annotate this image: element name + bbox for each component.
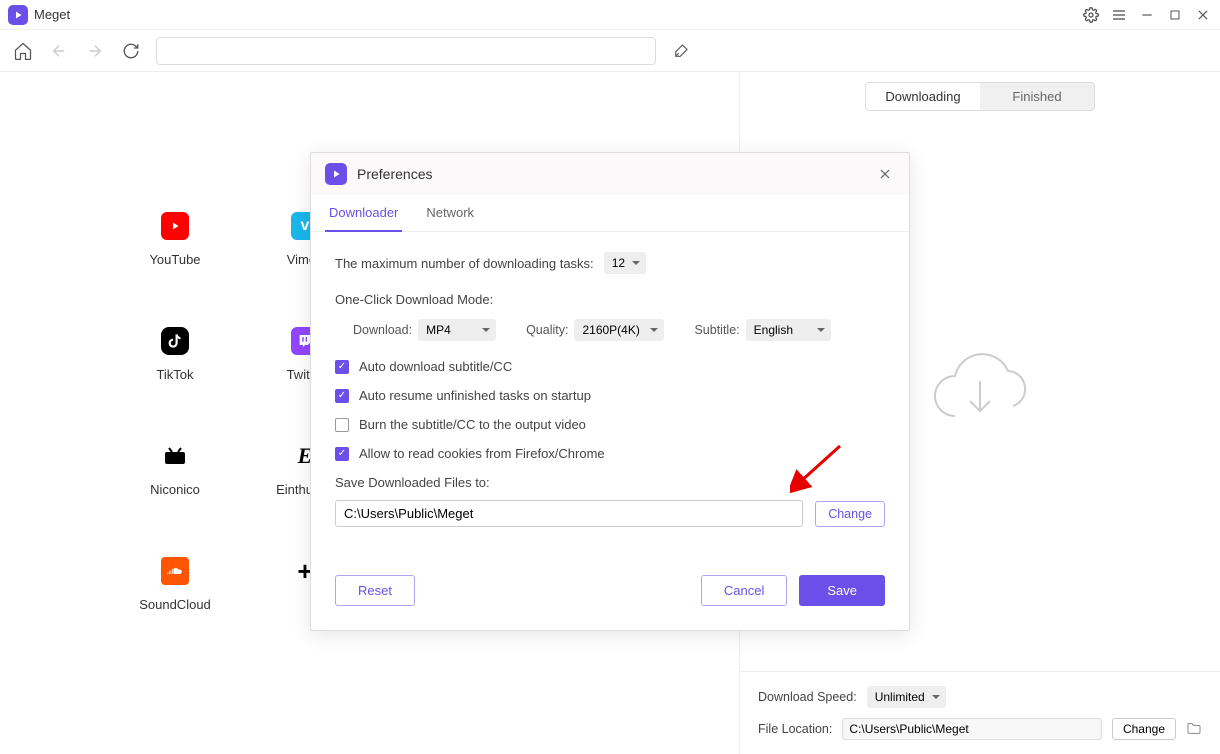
quality-label: Quality: [526, 323, 568, 337]
tab-downloader[interactable]: Downloader [325, 195, 402, 232]
tab-finished[interactable]: Finished [980, 83, 1094, 110]
address-input[interactable] [156, 37, 656, 65]
location-input[interactable] [842, 718, 1102, 740]
youtube-icon [161, 212, 189, 240]
burn-subtitle-label: Burn the subtitle/CC to the output video [359, 417, 586, 432]
site-niconico[interactable]: Niconico [110, 442, 240, 497]
soundcloud-icon [161, 557, 189, 585]
speed-label: Download Speed: [758, 690, 857, 704]
change-path-button[interactable]: Change [815, 501, 885, 527]
app-logo-icon [8, 5, 28, 25]
brush-icon[interactable] [670, 40, 692, 62]
site-label: SoundCloud [139, 597, 211, 612]
save-path-input[interactable] [335, 500, 803, 527]
subtitle-label: Subtitle: [694, 323, 739, 337]
site-tiktok[interactable]: TikTok [110, 327, 240, 382]
app-logo-icon [325, 163, 347, 185]
site-label: Niconico [150, 482, 200, 497]
auto-subtitle-label: Auto download subtitle/CC [359, 359, 512, 374]
toolbar [0, 30, 1220, 72]
site-label [303, 597, 307, 612]
download-format-select[interactable]: MP4 [418, 319, 496, 341]
tiktok-icon [161, 327, 189, 355]
gear-icon[interactable] [1082, 6, 1100, 24]
subtitle-select[interactable]: English [746, 319, 831, 341]
burn-subtitle-checkbox[interactable] [335, 418, 349, 432]
change-location-button[interactable]: Change [1112, 718, 1176, 740]
minimize-icon[interactable] [1138, 6, 1156, 24]
reset-button[interactable]: Reset [335, 575, 415, 606]
site-soundcloud[interactable]: SoundCloud [110, 557, 240, 612]
quality-select[interactable]: 2160P(4K) [574, 319, 664, 341]
site-label: YouTube [149, 252, 200, 267]
save-button[interactable]: Save [799, 575, 885, 606]
close-icon[interactable] [1194, 6, 1212, 24]
tab-downloading[interactable]: Downloading [866, 83, 980, 110]
download-format-label: Download: [353, 323, 412, 337]
folder-icon[interactable] [1186, 721, 1202, 738]
cloud-download-icon [925, 346, 1035, 436]
tab-network[interactable]: Network [422, 195, 478, 231]
auto-subtitle-checkbox[interactable] [335, 360, 349, 374]
site-label: TikTok [156, 367, 193, 382]
save-path-label: Save Downloaded Files to: [335, 475, 885, 490]
preferences-dialog: Preferences Downloader Network The maxim… [310, 152, 910, 631]
forward-icon[interactable] [84, 40, 106, 62]
hamburger-icon[interactable] [1110, 6, 1128, 24]
titlebar: Meget [0, 0, 1220, 30]
cancel-button[interactable]: Cancel [701, 575, 787, 606]
read-cookies-checkbox[interactable] [335, 447, 349, 461]
dialog-title: Preferences [357, 166, 875, 182]
download-tabs: Downloading Finished [865, 82, 1095, 111]
back-icon[interactable] [48, 40, 70, 62]
home-icon[interactable] [12, 40, 34, 62]
location-label: File Location: [758, 722, 832, 736]
max-tasks-label: The maximum number of downloading tasks: [335, 256, 594, 271]
auto-resume-label: Auto resume unfinished tasks on startup [359, 388, 591, 403]
dialog-close-icon[interactable] [875, 164, 895, 184]
max-tasks-select[interactable]: 12 [604, 252, 646, 274]
maximize-icon[interactable] [1166, 6, 1184, 24]
site-youtube[interactable]: YouTube [110, 212, 240, 267]
read-cookies-label: Allow to read cookies from Firefox/Chrom… [359, 446, 605, 461]
niconico-icon [161, 442, 189, 470]
auto-resume-checkbox[interactable] [335, 389, 349, 403]
reload-icon[interactable] [120, 40, 142, 62]
mode-label: One-Click Download Mode: [335, 292, 885, 307]
speed-select[interactable]: Unlimited [867, 686, 946, 708]
app-title: Meget [34, 7, 1082, 22]
